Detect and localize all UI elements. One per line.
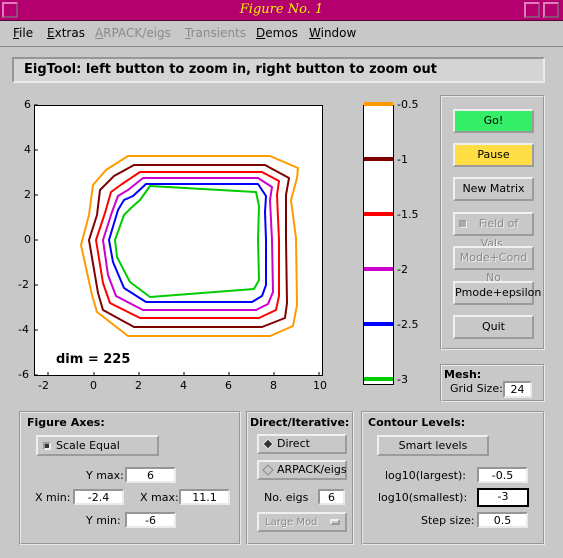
colorbar-swatch [364, 267, 393, 271]
pause-button[interactable]: Pause [453, 143, 534, 167]
ymax-input[interactable]: 6 [125, 467, 176, 483]
y-tick: 2 [24, 188, 31, 201]
log-largest-label: log10(largest): [385, 469, 466, 482]
checkbox-checked-icon [43, 442, 51, 450]
colorbar-swatch [364, 322, 393, 326]
scale-equal-toggle[interactable]: Scale Equal [36, 435, 159, 456]
xmin-label: X min: [35, 491, 71, 504]
log-smallest-label: log10(smallest): [378, 491, 468, 504]
y-tick: -6 [18, 368, 29, 381]
grid-size-label: Grid Size: [450, 382, 503, 395]
dropdown-indicator-icon [330, 519, 340, 525]
colorbar-swatch [364, 377, 393, 381]
colorbar-swatch [364, 212, 393, 216]
colorbar-label: -1.5 [397, 208, 419, 221]
colorbar-swatch [364, 157, 393, 161]
which-eigs-value: Large Mod [265, 517, 318, 528]
radio-unselected-icon [262, 464, 274, 476]
arpack-label: ARPACK/eigs [277, 463, 347, 476]
log-smallest-input[interactable]: -3 [477, 488, 529, 507]
y-tick: 4 [24, 143, 31, 156]
colorbar [363, 105, 394, 385]
checkbox-icon [459, 220, 467, 228]
radio-selected-icon [262, 438, 274, 450]
colorbar-swatch [364, 102, 393, 106]
x-tick: 4 [180, 379, 187, 392]
y-tick: -2 [18, 278, 29, 291]
no-eigs-input[interactable]: 6 [318, 489, 345, 505]
smart-levels-button[interactable]: Smart levels [377, 435, 489, 456]
colorbar-label: -3 [397, 373, 408, 386]
mode-cond-button[interactable]: Mode+Cond No [453, 246, 534, 284]
direct-label: Direct [277, 437, 310, 450]
new-matrix-button[interactable]: New Matrix [453, 177, 534, 201]
colorbar-label: -1 [397, 153, 408, 166]
step-size-label: Step size: [421, 514, 475, 527]
field-of-values-toggle[interactable]: Field of Vals. [453, 212, 534, 250]
no-eigs-label: No. eigs [264, 491, 309, 504]
figure-axes-title: Figure Axes: [27, 416, 105, 429]
which-eigs-dropdown[interactable]: Large Mod [257, 512, 347, 532]
contour-levels-title: Contour Levels: [368, 416, 466, 429]
scale-equal-label: Scale Equal [56, 439, 120, 452]
xmax-label: X max: [140, 491, 179, 504]
y-tick: 6 [24, 98, 31, 111]
colorbar-label: -0.5 [397, 98, 419, 111]
quit-button[interactable]: Quit [453, 315, 534, 339]
arpack-radio[interactable]: ARPACK/eigs [257, 460, 347, 480]
y-tick: -4 [18, 323, 29, 336]
y-tick: 0 [24, 233, 31, 246]
x-tick: 6 [225, 379, 232, 392]
ymin-label: Y min: [86, 514, 121, 527]
pmode-epsilon-button[interactable]: Pmode+epsilon [453, 281, 541, 305]
xmin-input[interactable]: -2.4 [73, 489, 124, 505]
log-largest-input[interactable]: -0.5 [477, 467, 528, 483]
contour-level-1-5 [95, 171, 280, 319]
colorbar-label: -2.5 [397, 318, 419, 331]
ymax-label: Y max: [86, 469, 124, 482]
step-size-input[interactable]: 0.5 [477, 512, 528, 528]
x-tick: 0 [90, 379, 97, 392]
dimension-label: dim = 225 [56, 352, 131, 367]
direct-radio[interactable]: Direct [257, 434, 347, 454]
x-tick: 10 [313, 379, 327, 392]
x-tick: 8 [270, 379, 277, 392]
go-button[interactable]: Go! [453, 109, 534, 133]
xmax-input[interactable]: 11.1 [179, 489, 230, 505]
ymin-input[interactable]: -6 [125, 512, 176, 528]
colorbar-label: -2 [397, 263, 408, 276]
contour-level-3 [114, 185, 260, 298]
x-tick: -2 [38, 379, 49, 392]
mesh-title: Mesh: [444, 368, 482, 381]
grid-size-input[interactable]: 24 [503, 381, 532, 398]
x-tick: 2 [135, 379, 142, 392]
direct-iterative-title: Direct/Iterative: [250, 416, 350, 429]
